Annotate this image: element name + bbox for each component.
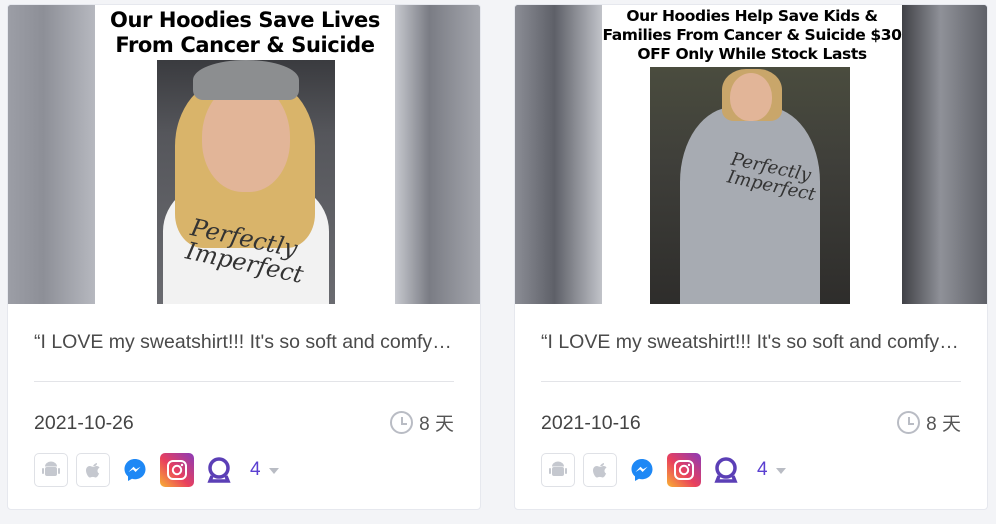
ad-headline: Our Hoodies Help Save Kids & Families Fr… [602,7,902,63]
clock-icon [897,411,921,434]
android-icon [541,453,575,487]
image-blur-right [901,5,987,304]
divider [541,381,961,382]
chevron-down-icon [268,468,279,474]
image-blur-left [8,5,96,304]
divider [34,381,454,382]
audience-network-icon [202,453,236,487]
more-platforms-count: 4 [757,459,768,480]
apple-icon [76,453,110,487]
apple-icon [583,453,617,487]
ad-caption: “I LOVE my sweatshirt!!! It's so soft an… [34,331,454,353]
ad-photo: Perfectly Imperfect [157,60,335,304]
more-platforms-dropdown[interactable]: 4 [757,459,786,481]
clock-icon [390,411,414,434]
ad-photo: Perfectly Imperfect [650,67,850,304]
ad-creative-image[interactable]: Our Hoodies Save Lives From Cancer & Sui… [8,5,480,304]
more-platforms-count: 4 [250,459,261,480]
start-date: 2021-10-26 [34,412,134,434]
messenger-icon [118,453,152,487]
android-icon [34,453,68,487]
run-duration: 8 天 [390,409,454,436]
start-date: 2021-10-16 [541,412,641,434]
audience-network-icon [709,453,743,487]
messenger-icon [625,453,659,487]
ad-card[interactable]: Our Hoodies Save Lives From Cancer & Sui… [7,4,481,510]
platform-list: 4 [541,453,786,487]
ad-creative-image[interactable]: Our Hoodies Help Save Kids & Families Fr… [515,5,987,304]
ad-card[interactable]: Our Hoodies Help Save Kids & Families Fr… [514,4,988,510]
image-blur-left [515,5,603,304]
ad-headline: Our Hoodies Save Lives From Cancer & Sui… [110,8,380,57]
run-duration: 8 天 [897,409,961,436]
instagram-icon [667,453,701,487]
ad-image: Our Hoodies Help Save Kids & Families Fr… [602,5,902,304]
platform-list: 4 [34,453,279,487]
ad-caption: “I LOVE my sweatshirt!!! It's so soft an… [541,331,961,353]
duration-label: 8 天 [926,414,961,435]
instagram-icon [160,453,194,487]
chevron-down-icon [775,468,786,474]
ad-image: Our Hoodies Save Lives From Cancer & Sui… [95,5,395,304]
image-blur-right [394,5,480,304]
duration-label: 8 天 [419,414,454,435]
more-platforms-dropdown[interactable]: 4 [250,459,279,481]
